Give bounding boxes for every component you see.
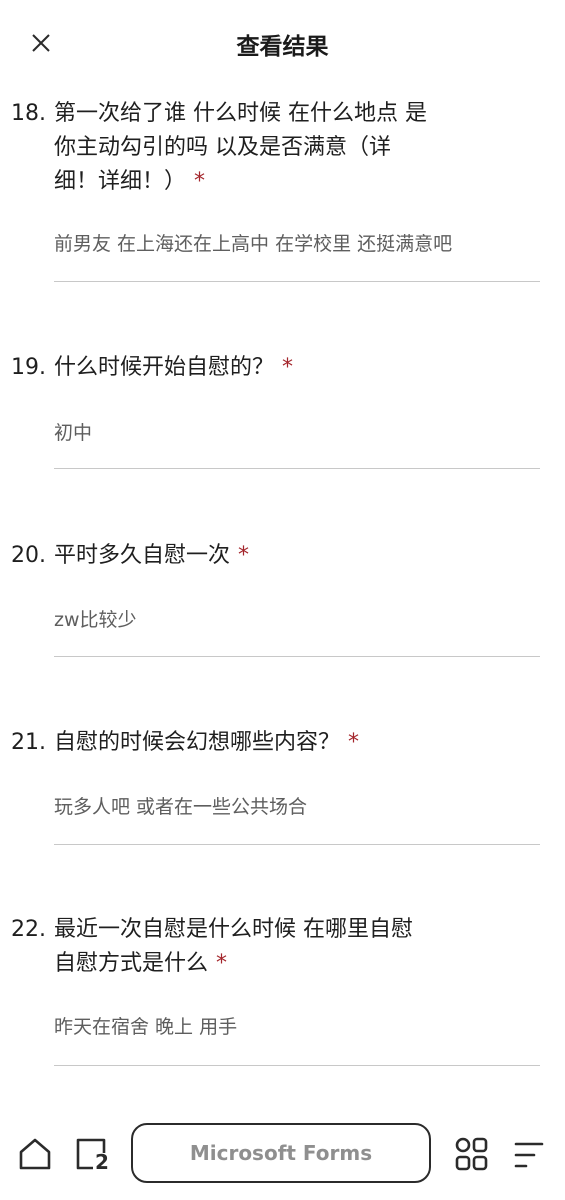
answer-divider (54, 656, 540, 657)
home-button[interactable] (17, 1136, 53, 1172)
question-number: 22. (11, 917, 46, 942)
apps-grid-icon (455, 1137, 488, 1171)
tab-count: 2 (95, 1150, 109, 1174)
required-marker: * (194, 169, 206, 194)
required-marker: * (238, 543, 250, 568)
required-marker: * (348, 730, 360, 755)
question-text: 平时多久自慰一次 * (54, 539, 494, 573)
question-label: 最近一次自慰是什么时候 在哪里自慰 自慰方式是什么 (54, 917, 413, 976)
menu-button[interactable] (512, 1140, 546, 1170)
page-title: 查看结果 (236, 34, 329, 60)
answer-text: 初中 (54, 422, 93, 444)
question-number: 20. (11, 543, 46, 568)
tabs-button[interactable]: 2 (74, 1136, 114, 1176)
question-label: 第一次给了谁 什么时候 在什么地点 是 你主动勾引的吗 以及是否满意（详 细！详… (54, 101, 427, 194)
answer-divider (54, 1065, 540, 1066)
required-marker: * (282, 355, 294, 380)
answer-divider (54, 281, 540, 282)
question-label: 什么时候开始自慰的？ (54, 355, 275, 380)
menu-icon (514, 1142, 544, 1168)
required-marker: * (216, 951, 228, 976)
question-number: 18. (11, 101, 46, 126)
answer-text: zw比较少 (54, 609, 137, 631)
question-text: 自慰的时候会幻想哪些内容？ * (54, 726, 494, 760)
answer-text: 昨天在宿舍 晚上 用手 (54, 1016, 238, 1038)
question-label: 自慰的时候会幻想哪些内容？ (54, 730, 341, 755)
answer-divider (54, 844, 540, 845)
answer-text: 前男友 在上海还在上高中 在学校里 还挺满意吧 (54, 233, 453, 255)
question-text: 最近一次自慰是什么时候 在哪里自慰 自慰方式是什么 * (54, 913, 494, 981)
apps-button[interactable] (454, 1136, 490, 1172)
question-text: 第一次给了谁 什么时候 在什么地点 是 你主动勾引的吗 以及是否满意（详 细！详… (54, 97, 494, 199)
question-number: 21. (11, 730, 46, 755)
header: 查看结果 (0, 0, 565, 88)
question-text: 什么时候开始自慰的？ * (54, 351, 494, 385)
browser-bottom-bar: 2 Microsoft Forms (0, 1112, 565, 1200)
question-label: 平时多久自慰一次 (54, 543, 231, 568)
address-bar[interactable]: Microsoft Forms (131, 1123, 431, 1183)
question-number: 19. (11, 355, 46, 380)
home-icon (19, 1138, 51, 1170)
answer-text: 玩多人吧 或者在一些公共场合 (54, 796, 308, 818)
answer-divider (54, 468, 540, 469)
